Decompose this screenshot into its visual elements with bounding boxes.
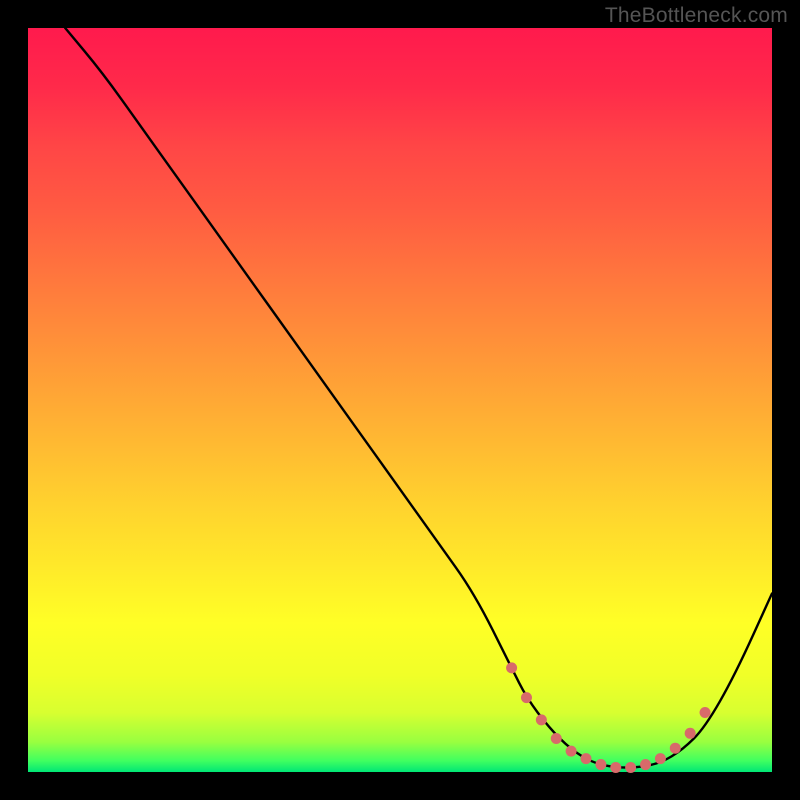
highlight-dot — [566, 746, 577, 757]
highlight-dot — [670, 743, 681, 754]
highlight-dot — [610, 762, 621, 773]
highlight-dot — [625, 762, 636, 773]
highlight-dot — [521, 692, 532, 703]
highlight-dot — [655, 753, 666, 764]
highlight-dot — [700, 707, 711, 718]
watermark-text: TheBottleneck.com — [605, 4, 788, 28]
highlight-dot — [595, 759, 606, 770]
highlight-dots — [506, 662, 710, 773]
curve-svg — [28, 28, 772, 772]
highlight-dot — [640, 759, 651, 770]
highlight-dot — [536, 714, 547, 725]
bottleneck-curve — [65, 28, 772, 768]
highlight-dot — [581, 753, 592, 764]
chart-frame: TheBottleneck.com — [0, 0, 800, 800]
highlight-dot — [551, 733, 562, 744]
bottleneck-curve-path — [65, 28, 772, 768]
highlight-dot — [685, 728, 696, 739]
plot-gradient-area — [28, 28, 772, 772]
highlight-dot — [506, 662, 517, 673]
